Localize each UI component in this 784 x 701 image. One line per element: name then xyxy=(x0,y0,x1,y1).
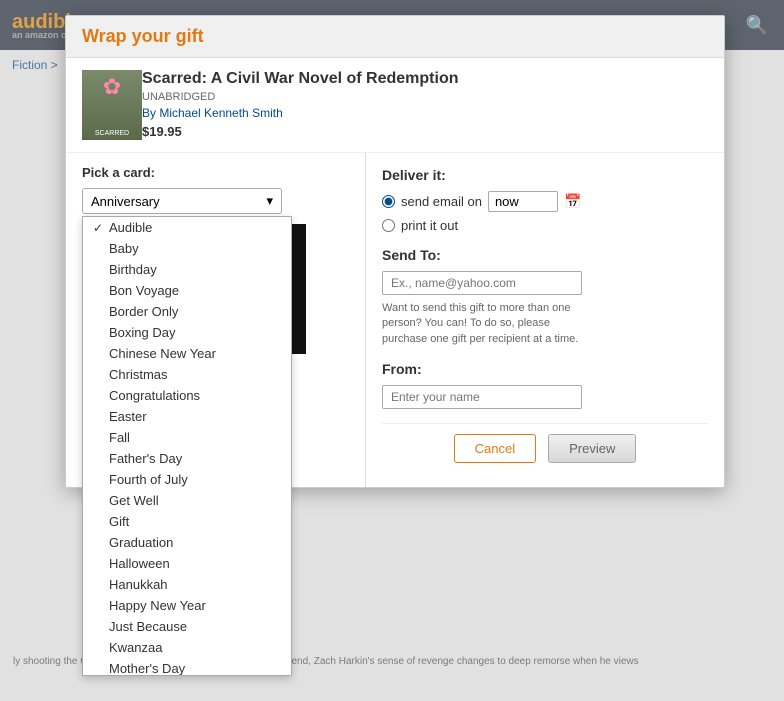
print-radio[interactable] xyxy=(382,219,395,232)
dropdown-item-halloween[interactable]: Halloween xyxy=(83,553,291,574)
calendar-icon[interactable]: 📅 xyxy=(564,193,581,210)
product-subtitle: UNABRIDGED xyxy=(142,91,708,103)
dropdown-item-label: Kwanzaa xyxy=(109,640,162,655)
dropdown-item-label: Christmas xyxy=(109,367,168,382)
deliver-title: Deliver it: xyxy=(382,167,708,183)
dropdown-item-chinese-new-year[interactable]: Chinese New Year xyxy=(83,343,291,364)
dropdown-item-label: Get Well xyxy=(109,493,159,508)
product-details: Scarred: A Civil War Novel of Redemption… xyxy=(142,70,708,139)
pick-card-label: Pick a card: xyxy=(82,165,349,180)
modal-header: Wrap your gift xyxy=(66,16,724,58)
dropdown-item-label: Baby xyxy=(109,241,139,256)
dropdown-item-just-because[interactable]: Just Because xyxy=(83,616,291,637)
dropdown-item-label: Just Because xyxy=(109,619,187,634)
book-cover-image: SCARRED xyxy=(82,70,142,140)
send-to-section: Send To: Want to send this gift to more … xyxy=(382,247,708,347)
dropdown-item-label: Audible xyxy=(109,220,152,235)
card-select-wrapper: Anniversary ▾ ✓ Audible Baby xyxy=(82,188,349,214)
dropdown-item-label: Birthday xyxy=(109,262,157,277)
dropdown-item-gift[interactable]: Gift xyxy=(83,511,291,532)
dropdown-item-fall[interactable]: Fall xyxy=(83,427,291,448)
dropdown-item-congratulations[interactable]: Congratulations xyxy=(83,385,291,406)
dropdown-item-label: Graduation xyxy=(109,535,173,550)
dropdown-item-audible[interactable]: ✓ Audible xyxy=(83,217,291,238)
dropdown-item-label: Halloween xyxy=(109,556,170,571)
dropdown-item-label: Happy New Year xyxy=(109,598,206,613)
dropdown-item-label: Fall xyxy=(109,430,130,445)
dropdown-item-bon-voyage[interactable]: Bon Voyage xyxy=(83,280,291,301)
dropdown-item-christmas[interactable]: Christmas xyxy=(83,364,291,385)
product-title: Scarred: A Civil War Novel of Redemption xyxy=(142,70,708,88)
dropdown-item-label: Chinese New Year xyxy=(109,346,216,361)
right-panel: Deliver it: send email on 📅 print it out… xyxy=(366,153,724,487)
book-cover-title-text: SCARRED xyxy=(93,128,131,140)
product-author[interactable]: By Michael Kenneth Smith xyxy=(142,106,708,120)
send-email-radio[interactable] xyxy=(382,195,395,208)
author-link[interactable]: Michael Kenneth Smith xyxy=(159,106,282,120)
dropdown-item-hanukkah[interactable]: Hanukkah xyxy=(83,574,291,595)
check-mark: ✓ xyxy=(93,221,109,235)
email-input[interactable] xyxy=(382,271,582,295)
cancel-button[interactable]: Cancel xyxy=(454,434,536,463)
dropdown-item-label: Gift xyxy=(109,514,129,529)
dropdown-item-graduation[interactable]: Graduation xyxy=(83,532,291,553)
card-dropdown-list: ✓ Audible Baby Birthday Bon Voyage xyxy=(82,216,292,676)
deliver-section: Deliver it: send email on 📅 print it out xyxy=(382,167,708,233)
dropdown-item-fourth-of-july[interactable]: Fourth of July xyxy=(83,469,291,490)
dropdown-item-label: Father's Day xyxy=(109,451,182,466)
dropdown-item-get-well[interactable]: Get Well xyxy=(83,490,291,511)
dropdown-item-label: Fourth of July xyxy=(109,472,188,487)
product-info-row: SCARRED Scarred: A Civil War Novel of Re… xyxy=(66,58,724,153)
dropdown-item-label: Border Only xyxy=(109,304,178,319)
dropdown-item-label: Easter xyxy=(109,409,147,424)
dropdown-item-label: Hanukkah xyxy=(109,577,168,592)
dropdown-item-happy-new-year[interactable]: Happy New Year xyxy=(83,595,291,616)
dropdown-item-easter[interactable]: Easter xyxy=(83,406,291,427)
send-email-row: send email on 📅 xyxy=(382,191,708,212)
dropdown-item-baby[interactable]: Baby xyxy=(83,238,291,259)
send-date-input[interactable] xyxy=(488,191,558,212)
send-email-label: send email on xyxy=(401,194,482,209)
dropdown-item-mothers-day[interactable]: Mother's Day xyxy=(83,658,291,676)
modal-title: Wrap your gift xyxy=(82,26,204,46)
dropdown-item-label: Boxing Day xyxy=(109,325,175,340)
send-to-info: Want to send this gift to more than one … xyxy=(382,301,582,347)
dropdown-arrow-icon: ▾ xyxy=(266,193,273,209)
dropdown-item-border-only[interactable]: Border Only xyxy=(83,301,291,322)
product-price: $19.95 xyxy=(142,124,708,139)
dropdown-item-kwanzaa[interactable]: Kwanzaa xyxy=(83,637,291,658)
wrap-gift-modal: Wrap your gift SCARRED Scarred: A Civil … xyxy=(65,15,725,488)
print-row: print it out xyxy=(382,218,708,233)
dropdown-item-boxing-day[interactable]: Boxing Day xyxy=(83,322,291,343)
preview-button[interactable]: Preview xyxy=(548,434,636,463)
from-title: From: xyxy=(382,361,708,377)
dropdown-item-label: Congratulations xyxy=(109,388,200,403)
dropdown-item-fathers-day[interactable]: Father's Day xyxy=(83,448,291,469)
left-panel: Pick a card: Anniversary ▾ ✓ Audible xyxy=(66,153,366,487)
selected-card-label: Anniversary xyxy=(91,194,160,209)
print-label: print it out xyxy=(401,218,458,233)
from-name-input[interactable] xyxy=(382,385,582,409)
send-to-title: Send To: xyxy=(382,247,708,263)
modal-actions: Cancel Preview xyxy=(382,423,708,473)
from-section: From: xyxy=(382,361,708,409)
dropdown-item-label: Mother's Day xyxy=(109,661,185,676)
dropdown-item-birthday[interactable]: Birthday xyxy=(83,259,291,280)
card-select-display[interactable]: Anniversary ▾ xyxy=(82,188,282,214)
modal-body: Pick a card: Anniversary ▾ ✓ Audible xyxy=(66,153,724,487)
dropdown-item-label: Bon Voyage xyxy=(109,283,179,298)
